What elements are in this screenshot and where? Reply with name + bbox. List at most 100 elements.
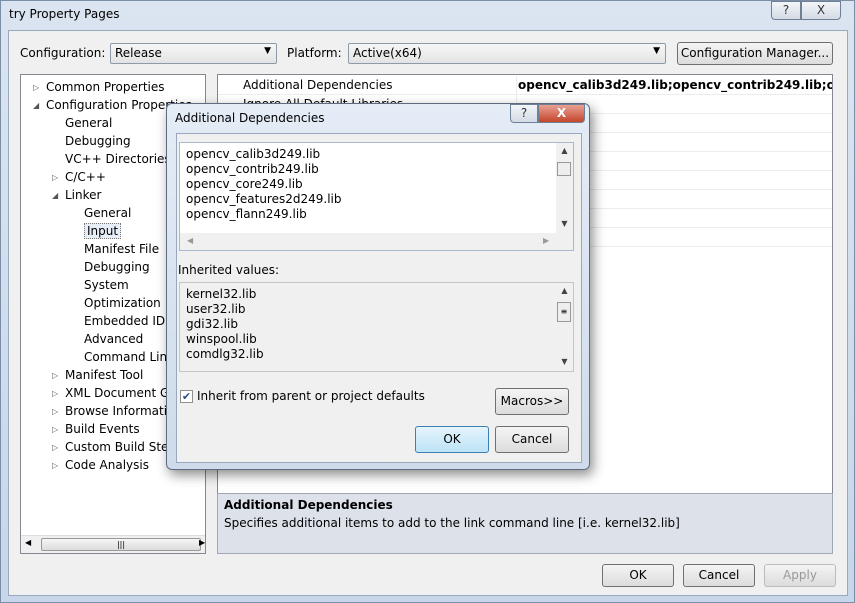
scroll-left-icon[interactable]: ◀ [187, 236, 193, 245]
tree-item[interactable]: Embedded IDL [84, 312, 172, 330]
tree-item-label: Linker [65, 188, 102, 202]
tree-item-label: Embedded IDL [84, 314, 172, 328]
inherit-checkbox[interactable]: ✔ [180, 390, 193, 403]
tree-item-label: System [84, 278, 129, 292]
collapsed-arrow-icon[interactable]: ▷ [52, 403, 58, 421]
list-item: gdi32.lib [186, 317, 238, 331]
list-item: opencv_flann249.lib [186, 207, 307, 221]
tree-item[interactable]: ◢ Linker [52, 186, 102, 204]
scroll-down-icon[interactable]: ▼ [556, 219, 573, 228]
tree-item[interactable]: ▷ Custom Build Step [52, 438, 176, 456]
tree-item-label: Command Line [84, 350, 175, 364]
tree-item[interactable]: ▷ C/C++ [52, 168, 106, 186]
scroll-up-icon[interactable]: ▲ [556, 286, 573, 295]
tree-item[interactable]: General [84, 204, 131, 222]
dialog-ok-button[interactable]: OK [415, 426, 489, 453]
property-value: opencv_calib3d249.lib;opencv_contrib249.… [518, 78, 832, 92]
tree-horizontal-scrollbar[interactable]: ◀ ||| ▶ [21, 535, 205, 553]
tree-item[interactable]: ▷ Manifest Tool [52, 366, 144, 384]
list-item: user32.lib [186, 302, 246, 316]
tree-item-label: VC++ Directories [65, 152, 171, 166]
tree-item[interactable]: System [84, 276, 129, 294]
tree-item-label: Debugging [84, 260, 150, 274]
scroll-left-icon[interactable]: ◀ [25, 538, 31, 547]
values-horizontal-scrollbar[interactable]: ◀ ▶ [180, 233, 573, 250]
list-item: opencv_contrib249.lib [186, 162, 319, 176]
scroll-thumb[interactable]: ≡ [557, 302, 571, 322]
inherited-values-list: kernel32.lib user32.lib gdi32.lib winspool.… [179, 282, 574, 372]
inherited-vertical-scrollbar[interactable]: ▲ ≡ ▼ [556, 283, 573, 371]
tree-item[interactable]: ▷ XML Document Ge [52, 384, 177, 402]
property-name: Additional Dependencies [243, 78, 393, 92]
scroll-thumb[interactable]: ||| [41, 538, 201, 551]
tree-item-label: Common Properties [46, 80, 165, 94]
close-button[interactable]: X [801, 1, 841, 20]
configuration-manager-button[interactable]: Configuration Manager... [677, 42, 833, 65]
description-pane: Additional Dependencies Specifies additi… [217, 493, 833, 554]
collapsed-arrow-icon[interactable]: ▷ [52, 457, 58, 475]
list-item: opencv_core249.lib [186, 177, 303, 191]
tree-item[interactable]: Advanced [84, 330, 143, 348]
collapsed-arrow-icon[interactable]: ▷ [52, 421, 58, 439]
collapsed-arrow-icon[interactable]: ▷ [52, 385, 58, 403]
expanded-arrow-icon[interactable]: ◢ [52, 187, 58, 205]
dialog-cancel-button[interactable]: Cancel [495, 426, 569, 453]
collapsed-arrow-icon[interactable]: ▷ [52, 439, 58, 457]
tree-item[interactable]: Input [84, 222, 122, 240]
values-textbox[interactable]: opencv_calib3d249.lib opencv_contrib249.l… [179, 142, 574, 251]
collapsed-arrow-icon[interactable]: ▷ [52, 367, 58, 385]
configuration-label: Configuration: [20, 46, 106, 60]
dialog-help-button[interactable]: ? [510, 104, 538, 123]
values-vertical-scrollbar[interactable]: ▲ ▼ [556, 143, 573, 233]
tree-item-label: XML Document Ge [65, 386, 177, 400]
scroll-up-icon[interactable]: ▲ [556, 146, 573, 155]
tree-item[interactable]: Debugging [84, 258, 150, 276]
tree-item-label: General [84, 206, 132, 220]
dialog-body: opencv_calib3d249.lib opencv_contrib249.l… [176, 133, 582, 463]
scroll-thumb[interactable] [557, 162, 571, 176]
platform-select[interactable]: Active(x64) ▼ [348, 43, 666, 64]
ok-button[interactable]: OK [602, 564, 674, 587]
tree-item-label: Advanced [84, 332, 144, 346]
tree-item-label: Input [84, 223, 122, 239]
list-item: winspool.lib [186, 332, 257, 346]
macros-button[interactable]: Macros>> [495, 388, 569, 415]
platform-value: Active(x64) [353, 46, 422, 60]
collapsed-arrow-icon[interactable]: ▷ [33, 79, 39, 97]
collapsed-arrow-icon[interactable]: ▷ [52, 169, 58, 187]
scroll-down-icon[interactable]: ▼ [556, 357, 573, 366]
tree-item[interactable]: ▷ Common Properties [33, 78, 165, 96]
tree-item-label: Manifest Tool [65, 368, 144, 382]
configuration-select[interactable]: Release ▼ [110, 43, 277, 64]
tree-item[interactable]: VC++ Directories [65, 150, 171, 168]
scroll-right-icon[interactable]: ▶ [543, 236, 549, 245]
cancel-button[interactable]: Cancel [683, 564, 755, 587]
tree-item[interactable]: ▷ Build Events [52, 420, 140, 438]
description-title: Additional Dependencies [224, 498, 393, 512]
platform-label: Platform: [287, 46, 342, 60]
dialog-title: Additional Dependencies [175, 111, 325, 125]
property-row[interactable]: Additional Dependencies opencv_calib3d249… [218, 76, 832, 95]
configuration-value: Release [115, 46, 162, 60]
list-item: comdlg32.lib [186, 347, 264, 361]
tree-item[interactable]: ▷ Code Analysis [52, 456, 149, 474]
tree-item[interactable]: ▷ Browse Information [52, 402, 182, 420]
tree-item[interactable]: Optimization [84, 294, 161, 312]
tree-item-label: Manifest File [84, 242, 160, 256]
apply-button[interactable]: Apply [764, 564, 836, 587]
chevron-down-icon: ▼ [264, 46, 271, 56]
tree-item[interactable]: Debugging [65, 132, 131, 150]
list-item: kernel32.lib [186, 287, 257, 301]
tree-item[interactable]: Command Line [84, 348, 175, 366]
help-button[interactable]: ? [771, 1, 801, 20]
tree-item[interactable]: General [65, 114, 112, 132]
additional-dependencies-dialog: Additional Dependencies ? X opencv_calib… [166, 103, 590, 470]
scroll-right-icon[interactable]: ▶ [199, 538, 205, 547]
expanded-arrow-icon[interactable]: ◢ [33, 97, 39, 115]
dialog-close-button[interactable]: X [538, 104, 585, 123]
tree-item[interactable]: Manifest File [84, 240, 159, 258]
inherit-checkbox-label[interactable]: Inherit from parent or project defaults [197, 389, 425, 403]
description-text: Specifies additional items to add to the… [224, 516, 680, 530]
chevron-down-icon: ▼ [653, 46, 660, 56]
list-item: opencv_features2d249.lib [186, 192, 342, 206]
